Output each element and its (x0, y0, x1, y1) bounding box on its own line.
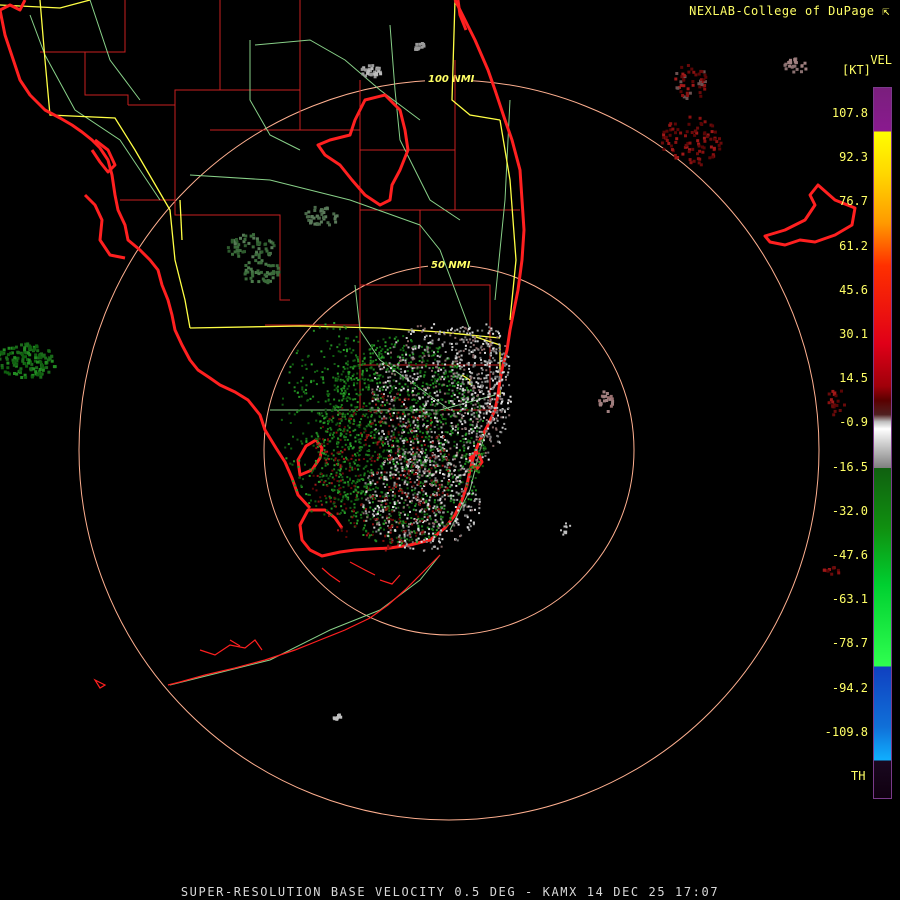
radar-echoes (0, 42, 846, 721)
legend-tick-14: -109.8 (824, 724, 868, 739)
legend-tick-1: 92.3 (839, 150, 868, 165)
legend-title: VEL (870, 53, 892, 67)
ring-label-inner: 50 NMI (431, 260, 471, 271)
legend-tick-0: 107.8 (831, 106, 868, 120)
legend-tick-11: -63.1 (831, 592, 868, 607)
legend-tick-13: -94.2 (831, 680, 868, 695)
florida-keys (93, 554, 441, 689)
ring-label-outer: 100 NMI (428, 74, 475, 85)
legend-units: [KT] (842, 63, 871, 77)
legend-tick-8: -16.5 (831, 459, 868, 474)
legend-tick-12: -78.7 (831, 636, 868, 651)
product-caption: SUPER-RESOLUTION BASE VELOCITY 0.5 DEG -… (180, 885, 720, 899)
major-roads (0, 0, 517, 395)
legend-tick-10: -47.6 (831, 548, 868, 562)
legend-tick-3: 61.2 (839, 238, 868, 253)
external-link-icon[interactable]: ⇱ (882, 4, 890, 18)
range-ring-50nmi (263, 264, 635, 636)
legend-tick-6: 14.5 (839, 371, 868, 386)
velocity-color-bar (873, 87, 892, 799)
range-ring-100nmi (78, 79, 820, 821)
legend-tick-9: -32.0 (831, 503, 868, 518)
legend-tick-15: TH (851, 769, 866, 783)
legend-tick-5: 30.1 (839, 327, 868, 341)
radar-map: 100 NMI 50 NMI (0, 0, 857, 821)
highways (29, 0, 511, 686)
county-borders (40, 0, 520, 411)
credit-label: NEXLAB-College of DuPage ⇱ (689, 4, 890, 18)
legend-tick-7: -0.9 (839, 415, 868, 430)
legend-tick-4: 45.6 (839, 282, 868, 297)
legend-tick-2: 76.7 (839, 194, 868, 209)
credit-text: NEXLAB-College of DuPage (689, 4, 875, 18)
